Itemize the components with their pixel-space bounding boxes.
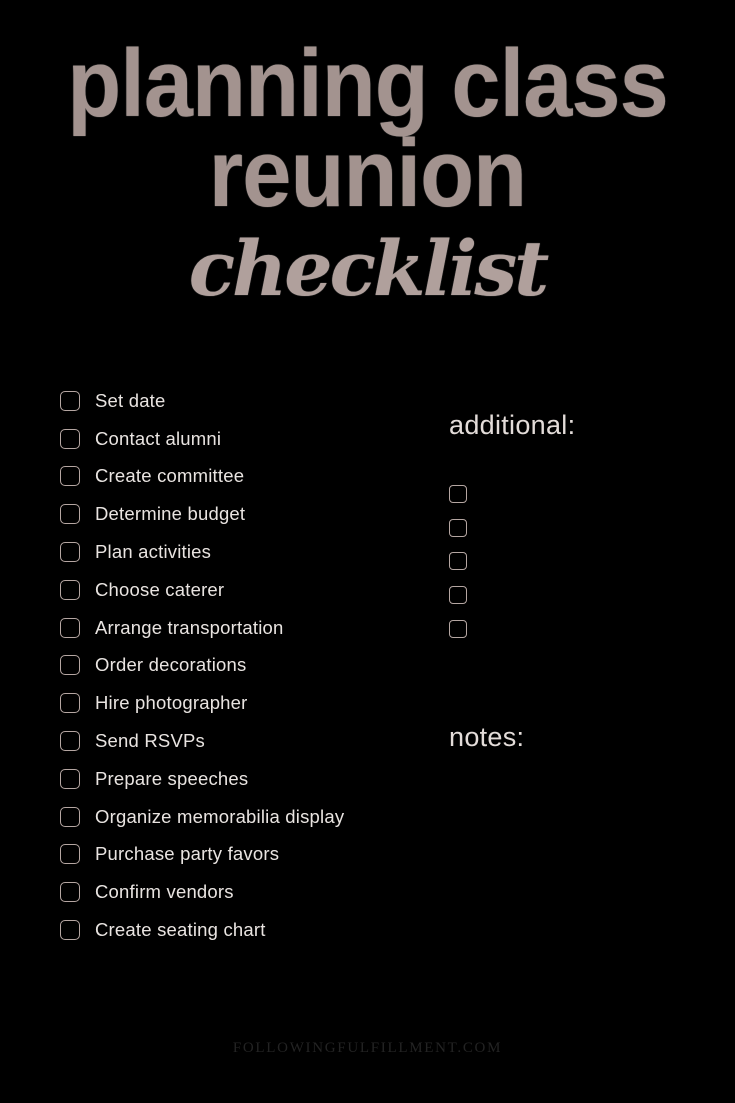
checkbox-icon[interactable] [60,693,80,714]
checklist-item[interactable]: Prepare speeches [60,760,420,798]
checklist-item-label: Organize memorabilia display [95,805,345,827]
checklist-item[interactable]: Send RSVPs [60,722,420,760]
page-subtitle-script: checklist [188,223,549,313]
checkbox-icon[interactable] [449,518,467,537]
checkbox-icon[interactable] [60,731,80,752]
checkbox-icon[interactable] [60,844,80,865]
additional-row[interactable] [449,612,699,646]
checkbox-icon[interactable] [60,806,80,827]
checkbox-icon[interactable] [60,579,80,600]
page-header: planning class reunion checklist [0,30,735,313]
checklist-item-label: Contact alumni [95,427,222,449]
checklist-item[interactable]: Confirm vendors [60,873,420,911]
page-title-line-1: planning class [67,30,669,137]
checkbox-icon[interactable] [449,484,467,503]
checklist-item[interactable]: Choose caterer [60,571,420,609]
checkbox-icon[interactable] [60,390,80,411]
checklist-item-label: Purchase party favors [95,843,280,865]
checklist-item[interactable]: Plan activities [60,533,420,571]
checklist-item-label: Send RSVPs [95,730,205,752]
checkbox-icon[interactable] [60,428,80,449]
checklist-item-label: Confirm vendors [95,881,234,903]
checkbox-icon[interactable] [60,768,80,789]
additional-heading: additional: [449,410,576,440]
checklist-item-label: Order decorations [95,654,247,676]
checkbox-icon[interactable] [449,552,467,571]
checklist-item-label: Plan activities [95,541,212,563]
checklist-item[interactable]: Set date [60,382,420,420]
checkbox-icon[interactable] [60,466,80,487]
checklist-item-label: Prepare speeches [95,767,249,789]
notes-heading: notes: [449,721,525,752]
checklist-item[interactable]: Contact alumni [60,420,420,458]
footer-watermark: FOLLOWINGFULFILLMENT.COM [232,1040,503,1056]
additional-blank-rows [449,477,699,646]
checklist-item[interactable]: Hire photographer [60,684,420,722]
checklist-page: planning class reunion checklist Set dat… [0,0,735,1103]
checklist-item-label: Create seating chart [95,919,266,941]
additional-row[interactable] [449,511,699,545]
checklist-item-label: Determine budget [95,503,246,525]
checklist-item[interactable]: Purchase party favors [60,836,420,874]
checklist-item-label: Create committee [95,465,245,487]
additional-row[interactable] [449,578,699,612]
checkbox-icon[interactable] [60,504,80,525]
checklist-item[interactable]: Create committee [60,458,420,496]
checklist-items-column: Set date Contact alumni Create committee… [60,382,420,949]
checklist-item-label: Set date [95,389,166,411]
checklist-item[interactable]: Order decorations [60,647,420,685]
additional-row[interactable] [449,545,699,579]
checklist-item[interactable]: Create seating chart [60,911,420,949]
side-column: additional: notes: [449,410,699,1043]
checkbox-icon[interactable] [60,542,80,563]
additional-row[interactable] [449,477,699,511]
checkbox-icon[interactable] [60,920,80,941]
checkbox-icon[interactable] [60,655,80,676]
checklist-item-label: Choose caterer [95,578,225,600]
checklist-item-label: Hire photographer [95,692,248,714]
checkbox-icon[interactable] [449,586,467,605]
notes-area[interactable] [449,753,689,1043]
checklist-item[interactable]: Arrange transportation [60,609,420,647]
checklist-item[interactable]: Organize memorabilia display [60,798,420,836]
checklist-item-label: Arrange transportation [95,616,284,638]
checkbox-icon[interactable] [60,617,80,638]
checklist-item[interactable]: Determine budget [60,495,420,533]
page-title-line-2: reunion [208,120,527,228]
checkbox-icon[interactable] [60,882,80,903]
checkbox-icon[interactable] [449,620,467,639]
